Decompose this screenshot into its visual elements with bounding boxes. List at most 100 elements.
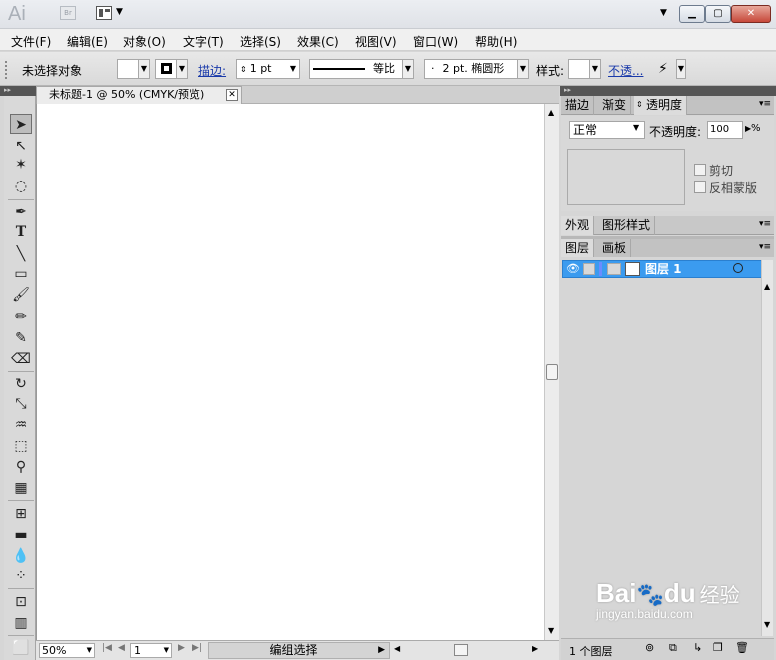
vertical-scroll-thumb[interactable]: [546, 364, 558, 380]
menu-effect[interactable]: 效果(C): [297, 33, 339, 50]
scroll-left-arrow[interactable]: ◀: [394, 644, 400, 653]
tab-transparency[interactable]: ⇕ 透明度: [634, 96, 688, 115]
minimize-button[interactable]: ▁: [679, 5, 705, 23]
tab-layers[interactable]: 图层: [561, 239, 595, 258]
workspace-dropdown-arrow[interactable]: ▼: [660, 8, 667, 18]
previous-artboard-button[interactable]: ◀: [118, 643, 125, 653]
fill-swatch[interactable]: [117, 59, 139, 79]
shape-builder-tool-icon[interactable]: ⚲: [10, 457, 32, 477]
gradient-tool-icon[interactable]: ▬: [10, 525, 32, 545]
toolbox-header[interactable]: ▸▸: [0, 86, 36, 96]
direct-selection-tool-icon[interactable]: ↖: [10, 136, 32, 156]
arrange-dropdown-arrow[interactable]: ▼: [116, 7, 123, 17]
pen-tool-icon[interactable]: ✒: [10, 202, 32, 222]
make-clipping-mask-icon[interactable]: ⧉: [669, 641, 677, 655]
magic-wand-icon[interactable]: ⚡: [658, 61, 668, 77]
arrange-documents-icon[interactable]: [96, 6, 112, 20]
opacity-field[interactable]: 100: [707, 121, 743, 139]
rotate-tool-icon[interactable]: ↻: [10, 374, 32, 394]
layers-scroll-up[interactable]: ▲: [764, 282, 770, 291]
clip-checkbox[interactable]: [694, 164, 706, 176]
stroke-swatch[interactable]: [155, 59, 177, 79]
lasso-tool-icon[interactable]: ◌: [10, 176, 32, 196]
next-artboard-button[interactable]: ▶: [178, 643, 185, 653]
panel-dock-header[interactable]: ▸▸: [560, 86, 776, 96]
pencil-tool-icon[interactable]: ✏: [10, 307, 32, 327]
scroll-up-arrow[interactable]: ▲: [548, 108, 554, 117]
menu-type[interactable]: 文字(T): [183, 33, 224, 50]
panel-menu-icon[interactable]: ▾≡: [759, 242, 771, 252]
vertical-scrollbar[interactable]: ▲ ▼: [544, 104, 559, 640]
paintbrush-tool-icon[interactable]: 🖌: [10, 285, 32, 305]
document-tab[interactable]: 未标题-1 @ 50% (CMYK/预览) ✕: [36, 86, 242, 104]
control-bar-menu[interactable]: ▼: [676, 59, 686, 79]
new-layer-icon[interactable]: ❐: [713, 641, 723, 654]
brush-dropdown[interactable]: ▼: [517, 59, 529, 79]
free-transform-tool-icon[interactable]: ⬚: [10, 436, 32, 456]
selection-tool-icon[interactable]: ➤: [10, 114, 32, 134]
warp-tool-icon[interactable]: ♒: [10, 415, 32, 435]
variable-width-profile[interactable]: 等比: [309, 59, 403, 79]
locate-object-icon[interactable]: ⊚: [645, 641, 654, 654]
bridge-icon[interactable]: Br: [60, 6, 76, 20]
scroll-right-arrow[interactable]: ▶: [532, 644, 538, 653]
line-tool-icon[interactable]: ╲: [10, 244, 32, 264]
type-tool-icon[interactable]: T: [10, 222, 32, 242]
layers-scroll-down[interactable]: ▼: [764, 620, 770, 629]
layer-row[interactable]: 👁 图层 1: [562, 260, 770, 278]
zoom-field[interactable]: 50% ▼: [39, 643, 95, 658]
menu-window[interactable]: 窗口(W): [413, 33, 458, 50]
blend-tool-icon[interactable]: ⁘: [10, 566, 32, 586]
close-tab-icon[interactable]: ✕: [226, 89, 238, 101]
visibility-eye-icon[interactable]: 👁: [566, 262, 580, 275]
style-swatch[interactable]: [568, 59, 590, 79]
horizontal-scroll-thumb[interactable]: [454, 644, 468, 656]
close-button[interactable]: ✕: [731, 5, 771, 23]
perspective-grid-tool-icon[interactable]: ▦: [10, 478, 32, 498]
panel-menu-icon[interactable]: ▾≡: [759, 99, 771, 109]
stroke-weight-field[interactable]: ⇕ 1 pt ▼: [236, 59, 300, 79]
menu-view[interactable]: 视图(V): [355, 33, 397, 50]
delete-layer-icon[interactable]: 🗑: [735, 641, 749, 654]
target-circle-icon[interactable]: [733, 263, 743, 273]
eraser-tool-icon[interactable]: ⌫: [10, 349, 32, 369]
tab-stroke[interactable]: 描边: [561, 96, 595, 115]
menu-select[interactable]: 选择(S): [240, 33, 281, 50]
menu-file[interactable]: 文件(F): [11, 33, 51, 50]
first-artboard-button[interactable]: |◀: [102, 643, 112, 653]
menu-help[interactable]: 帮助(H): [475, 33, 517, 50]
scale-tool-icon[interactable]: ⤡: [10, 394, 32, 414]
tab-appearance[interactable]: 外观: [561, 216, 595, 235]
mesh-tool-icon[interactable]: ⊞: [10, 504, 32, 524]
tab-artboards[interactable]: 画板: [598, 239, 632, 258]
style-dropdown[interactable]: ▼: [589, 59, 601, 79]
status-display[interactable]: 编组选择 ▶: [208, 642, 390, 659]
blob-brush-tool-icon[interactable]: ✎: [10, 328, 32, 348]
stroke-dropdown[interactable]: ▼: [176, 59, 188, 79]
blend-mode-arrow[interactable]: ▼: [633, 123, 639, 132]
panel-menu-icon[interactable]: ▾≡: [759, 219, 771, 229]
fill-dropdown[interactable]: ▼: [138, 59, 150, 79]
symbol-sprayer-tool-icon[interactable]: ⊡: [10, 592, 32, 612]
invert-mask-checkbox[interactable]: [694, 181, 706, 193]
magic-wand-tool-icon[interactable]: ✶: [10, 155, 32, 175]
brush-definition[interactable]: · 2 pt. 椭圆形: [424, 59, 518, 79]
expand-toggle[interactable]: [607, 263, 621, 275]
layer-name[interactable]: 图层 1: [645, 261, 682, 277]
stroke-link[interactable]: 描边:: [198, 62, 226, 79]
control-bar-grip[interactable]: [5, 61, 9, 79]
menu-object[interactable]: 对象(O): [123, 33, 166, 50]
maximize-button[interactable]: ▢: [705, 5, 731, 23]
opacity-link[interactable]: 不透...: [608, 62, 643, 79]
rectangle-tool-icon[interactable]: ▭: [10, 264, 32, 284]
artboard-number-field[interactable]: 1 ▼: [130, 643, 172, 658]
tab-gradient[interactable]: 渐变: [598, 96, 632, 115]
lock-toggle[interactable]: [583, 263, 595, 275]
new-sublayer-icon[interactable]: ↳: [693, 641, 702, 654]
column-graph-tool-icon[interactable]: ▥: [10, 613, 32, 633]
profile-dropdown[interactable]: ▼: [402, 59, 414, 79]
menu-edit[interactable]: 编辑(E): [67, 33, 108, 50]
last-artboard-button[interactable]: ▶|: [192, 643, 202, 653]
scroll-down-arrow[interactable]: ▼: [548, 626, 554, 635]
tab-graphic-styles[interactable]: 图形样式: [598, 216, 656, 235]
